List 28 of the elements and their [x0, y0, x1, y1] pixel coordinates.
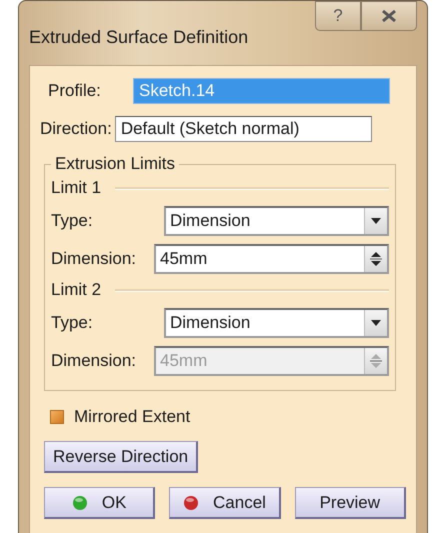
- close-icon: [381, 9, 397, 23]
- reverse-direction-button[interactable]: Reverse Direction: [44, 441, 198, 473]
- preview-button[interactable]: Preview: [294, 487, 406, 519]
- field-label: Profile:: [47, 81, 102, 101]
- mirrored-extent-checkbox[interactable]: [50, 410, 64, 424]
- spinner-arrows-icon: [369, 249, 383, 269]
- dropdown-arrow-icon: [371, 218, 381, 224]
- dot-icon: [72, 494, 88, 510]
- dropdown-arrow-icon: [371, 320, 381, 326]
- dot-icon: [183, 494, 200, 510]
- cancel-button[interactable]: Cancel: [169, 487, 281, 519]
- dimension-field[interactable]: 45mm: [154, 244, 389, 274]
- field-label: Type:: [51, 313, 94, 333]
- direction-field[interactable]: Default (Sketch normal): [114, 116, 372, 142]
- ok-button[interactable]: OK: [44, 487, 156, 519]
- window-title: Extruded Surface Definition: [29, 26, 248, 48]
- group-title: Extrusion Limits: [54, 154, 176, 174]
- type-dropdown[interactable]: Dimension: [164, 206, 389, 236]
- field-label: Direction:: [40, 119, 113, 139]
- spinner-arrows-icon: [369, 351, 383, 371]
- field-label: Dimension:: [51, 249, 138, 269]
- section-title: Limit 1: [51, 178, 102, 198]
- section-title: Limit 2: [51, 280, 102, 300]
- checkbox-label: Mirrored Extent: [74, 407, 190, 427]
- close-button[interactable]: [361, 1, 417, 31]
- help-button[interactable]: ?: [315, 1, 361, 31]
- field-label: Type:: [51, 211, 94, 231]
- field-label: Dimension:: [51, 351, 138, 371]
